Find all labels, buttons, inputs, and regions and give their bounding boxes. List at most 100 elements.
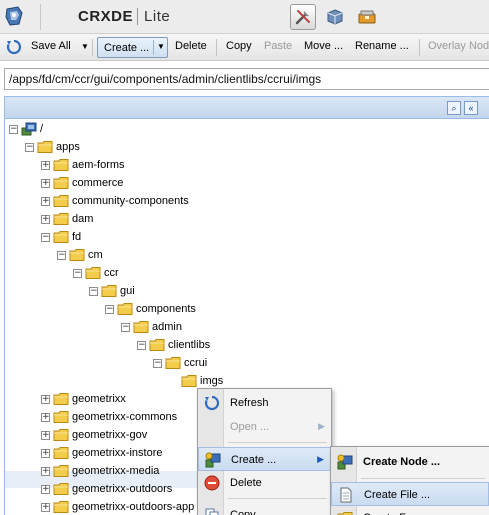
tree-node-label[interactable]: geometrixx-commons bbox=[72, 411, 177, 423]
submenu-item-create-file[interactable]: Create File ... bbox=[331, 482, 489, 506]
tree-node-label[interactable]: gui bbox=[120, 285, 135, 297]
collapse-toggle-icon[interactable]: − bbox=[105, 305, 114, 314]
expand-toggle-icon[interactable]: + bbox=[41, 215, 50, 224]
save-all-dropdown-icon[interactable]: ▼ bbox=[81, 42, 89, 51]
tree-node-label[interactable]: geometrixx bbox=[72, 393, 126, 405]
overlay-node-button[interactable]: Overlay Nod bbox=[428, 40, 489, 52]
tree-node-label[interactable]: apps bbox=[56, 141, 80, 153]
node-icon bbox=[337, 454, 353, 470]
tree-node[interactable]: − apps bbox=[25, 139, 285, 157]
binoculars-icon[interactable]: ⌕ bbox=[447, 101, 461, 115]
menu-item-create[interactable]: Create ... ▶ bbox=[198, 447, 331, 471]
tree-node-label[interactable]: community-components bbox=[72, 195, 189, 207]
expand-toggle-icon[interactable]: + bbox=[41, 197, 50, 206]
rename-button[interactable]: Rename ... bbox=[355, 40, 409, 52]
create-dropdown-icon[interactable]: ▼ bbox=[157, 42, 165, 51]
tree-node[interactable]: − fd bbox=[41, 229, 301, 247]
tree-node[interactable]: − / bbox=[9, 121, 269, 139]
access-control-mode-button[interactable] bbox=[322, 4, 348, 30]
tree-node[interactable]: + aem-forms bbox=[41, 157, 301, 175]
expand-toggle-icon[interactable]: + bbox=[41, 449, 50, 458]
paste-button[interactable]: Paste bbox=[264, 40, 292, 52]
collapse-toggle-icon[interactable]: − bbox=[153, 359, 162, 368]
collapse-toggle-icon[interactable]: − bbox=[89, 287, 98, 296]
collapse-toggle-icon[interactable]: − bbox=[9, 125, 18, 134]
folder-icon bbox=[165, 356, 181, 370]
menu-item-delete[interactable]: Delete bbox=[198, 471, 331, 495]
tree-node[interactable]: + commerce bbox=[41, 175, 301, 193]
expand-toggle-icon[interactable]: + bbox=[41, 503, 50, 512]
tree-node-label[interactable]: cm bbox=[88, 249, 103, 261]
collapse-toggle-icon[interactable]: − bbox=[57, 251, 66, 260]
tree-node-label[interactable]: dam bbox=[72, 213, 93, 225]
tree-node-label[interactable]: ccrui bbox=[184, 357, 207, 369]
folder-icon bbox=[53, 158, 69, 172]
menu-item-label: Open ... bbox=[230, 421, 270, 433]
tree-node[interactable]: − components bbox=[105, 301, 365, 319]
tree-node-label[interactable]: ccr bbox=[104, 267, 119, 279]
delete-button[interactable]: Delete bbox=[175, 40, 207, 52]
tree-node-label[interactable]: geometrixx-outdoors-app bbox=[72, 501, 194, 513]
menu-separator bbox=[361, 478, 485, 479]
expand-toggle-icon[interactable]: + bbox=[41, 395, 50, 404]
develop-mode-button[interactable] bbox=[290, 4, 316, 30]
collapse-panel-icon[interactable]: « bbox=[464, 101, 478, 115]
tree-node-label[interactable]: fd bbox=[72, 231, 81, 243]
create-submenu: Create Node ... Create File ... Create Fo bbox=[330, 446, 489, 515]
tree-node[interactable]: + community-components bbox=[41, 193, 301, 211]
tools-icon bbox=[295, 10, 310, 25]
collapse-toggle-icon[interactable]: − bbox=[137, 341, 146, 350]
tree-node[interactable]: − cm bbox=[57, 247, 317, 265]
folder-icon bbox=[149, 338, 165, 352]
create-button-label[interactable]: Create ... bbox=[104, 42, 149, 54]
collapse-toggle-icon[interactable]: − bbox=[25, 143, 34, 152]
tree-node-label[interactable]: aem-forms bbox=[72, 159, 125, 171]
folder-icon bbox=[37, 140, 53, 154]
create-split-button[interactable]: Create ... ▼ bbox=[97, 37, 168, 58]
expand-toggle-icon[interactable]: + bbox=[41, 179, 50, 188]
folder-icon bbox=[53, 482, 69, 496]
app-title: CRXDE Lite bbox=[78, 8, 171, 25]
menu-item-copy[interactable]: Copy bbox=[198, 503, 331, 515]
copy-icon bbox=[204, 507, 220, 515]
tree-node-label[interactable]: components bbox=[136, 303, 196, 315]
main-toolbar: Save All ▼ Create ... ▼ Delete Copy Past… bbox=[0, 34, 489, 61]
tree-node-label[interactable]: / bbox=[40, 123, 43, 135]
path-field[interactable]: /apps/fd/cm/ccr/gui/components/admin/cli… bbox=[4, 68, 489, 90]
tree-node[interactable]: + dam bbox=[41, 211, 301, 229]
expand-toggle-icon[interactable]: + bbox=[41, 161, 50, 170]
copy-button[interactable]: Copy bbox=[226, 40, 252, 52]
menu-item-refresh[interactable]: Refresh bbox=[198, 391, 331, 415]
tree-node[interactable]: − gui bbox=[89, 283, 349, 301]
menu-item-label: Create File ... bbox=[364, 489, 431, 501]
menu-item-open[interactable]: Open ... ▶ bbox=[198, 415, 331, 439]
collapse-toggle-icon[interactable]: − bbox=[41, 233, 50, 242]
expand-toggle-icon[interactable]: + bbox=[41, 485, 50, 494]
tree-node-label[interactable]: geometrixx-instore bbox=[72, 447, 162, 459]
tree-node-label[interactable]: geometrixx-outdoors bbox=[72, 483, 172, 495]
tree-node-label[interactable]: clientlibs bbox=[168, 339, 210, 351]
submenu-item-create-fo[interactable]: Create Fo bbox=[331, 506, 489, 515]
expand-toggle-icon[interactable]: + bbox=[41, 413, 50, 422]
tree-node-label[interactable]: admin bbox=[152, 321, 182, 333]
tree-node-label[interactable]: geometrixx-media bbox=[72, 465, 159, 477]
folder-icon bbox=[53, 230, 69, 244]
save-all-button[interactable]: Save All bbox=[31, 40, 71, 52]
submenu-item-create-node[interactable]: Create Node ... bbox=[331, 450, 489, 474]
collapse-toggle-icon[interactable]: − bbox=[73, 269, 82, 278]
move-button[interactable]: Move ... bbox=[304, 40, 343, 52]
tree-node-label[interactable]: imgs bbox=[200, 375, 223, 387]
collapse-toggle-icon[interactable]: − bbox=[121, 323, 130, 332]
expand-toggle-icon[interactable]: + bbox=[41, 431, 50, 440]
expand-toggle-icon[interactable]: + bbox=[41, 467, 50, 476]
tree-node-label[interactable]: commerce bbox=[72, 177, 123, 189]
replication-mode-button[interactable] bbox=[354, 4, 380, 30]
tree-node-label[interactable]: geometrixx-gov bbox=[72, 429, 147, 441]
context-menu: Refresh Open ... ▶ Create ... ▶ Delete Copy bbox=[197, 388, 332, 515]
tree-node[interactable]: − ccr bbox=[73, 265, 333, 283]
repository-root-icon bbox=[21, 122, 37, 136]
tree-node[interactable]: − admin bbox=[121, 319, 381, 337]
file-icon bbox=[338, 487, 354, 503]
tree-node[interactable]: − clientlibs bbox=[137, 337, 397, 355]
tree-node[interactable]: − ccrui bbox=[153, 355, 413, 373]
